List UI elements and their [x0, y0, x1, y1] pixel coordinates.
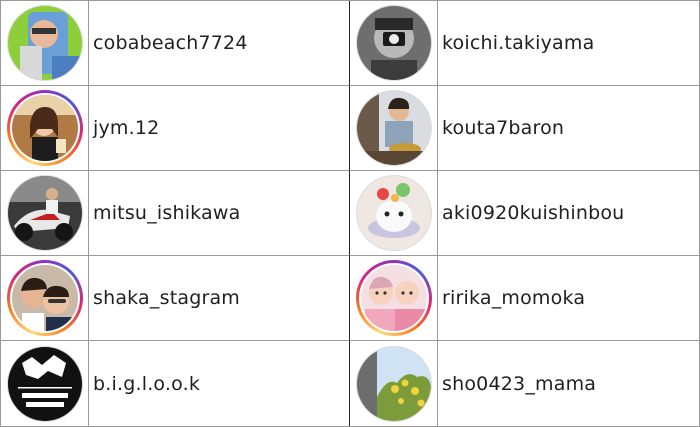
username-cell: aki0920kuishinbou [438, 171, 699, 256]
avatar[interactable] [6, 5, 83, 81]
username-link[interactable]: b.i.g.l.o.o.k [93, 373, 200, 395]
selfie-photo-icon [7, 6, 82, 80]
avatar[interactable] [355, 175, 432, 251]
yellow-flowers-photo-icon [356, 346, 431, 421]
username-cell: cobabeach7724 [89, 1, 350, 86]
twin-babies-photo-icon [360, 265, 427, 331]
ramen-logo-icon [7, 346, 82, 421]
avatar[interactable] [355, 345, 432, 422]
woman-cafe-photo-icon [11, 95, 78, 161]
account-grid: cobabeach7724 koichi.takiyama jym.12 kou… [0, 0, 700, 427]
avatar[interactable] [6, 175, 83, 251]
username-link[interactable]: koichi.takiyama [442, 32, 594, 54]
avatar[interactable] [6, 345, 83, 422]
two-men-selfie-photo-icon [11, 265, 78, 331]
username-link[interactable]: shaka_stagram [93, 287, 240, 309]
avatar-story-ring[interactable] [6, 90, 83, 166]
motorcycle-photo-icon [7, 176, 82, 250]
avatar-story-ring[interactable] [6, 260, 83, 336]
username-cell: sho0423_mama [438, 341, 699, 426]
moomin-dessert-photo-icon [356, 176, 431, 250]
username-cell: ririka_momoka [438, 256, 699, 341]
username-link[interactable]: aki0920kuishinbou [442, 202, 624, 224]
username-cell: shaka_stagram [89, 256, 350, 341]
username-link[interactable]: cobabeach7724 [93, 32, 248, 54]
avatar-cell [350, 256, 438, 341]
avatar-cell [1, 86, 89, 171]
username-link[interactable]: mitsu_ishikawa [93, 202, 240, 224]
username-link[interactable]: sho0423_mama [442, 373, 596, 395]
username-cell: b.i.g.l.o.o.k [89, 341, 350, 426]
avatar[interactable] [355, 5, 432, 81]
avatar-cell [1, 171, 89, 256]
username-cell: koichi.takiyama [438, 1, 699, 86]
username-cell: jym.12 [89, 86, 350, 171]
man-with-camera-photo-icon [356, 6, 431, 80]
username-link[interactable]: ririka_momoka [442, 287, 585, 309]
username-link[interactable]: jym.12 [93, 117, 159, 139]
avatar-story-ring[interactable] [355, 260, 432, 336]
avatar-cell [1, 1, 89, 86]
username-link[interactable]: kouta7baron [442, 117, 564, 139]
avatar-cell [350, 1, 438, 86]
man-dining-photo-icon [356, 91, 431, 165]
avatar-cell [350, 341, 438, 426]
avatar-cell [350, 171, 438, 256]
avatar-cell [1, 341, 89, 426]
avatar-cell [350, 86, 438, 171]
avatar[interactable] [355, 90, 432, 166]
username-cell: kouta7baron [438, 86, 699, 171]
username-cell: mitsu_ishikawa [89, 171, 350, 256]
avatar-cell [1, 256, 89, 341]
